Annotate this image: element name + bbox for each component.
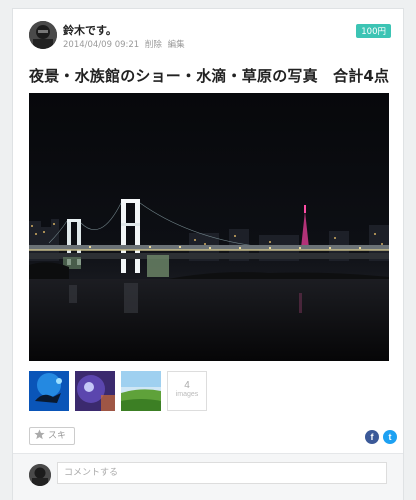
facebook-share-button[interactable]: f [365, 430, 379, 444]
price-badge: 100円 [356, 24, 391, 38]
more-images-label: images [175, 391, 199, 398]
more-images-count: 4 [184, 380, 190, 391]
post-title: 夜景・水族館のショー・水滴・草原の写真 合計4点 [29, 67, 390, 85]
more-images-button[interactable]: 4 images [167, 371, 207, 411]
facebook-icon: f [370, 432, 374, 442]
delete-link[interactable]: 削除 [145, 40, 162, 50]
thumbnail-waterdrop[interactable] [75, 371, 115, 411]
twitter-share-button[interactable]: t [383, 430, 397, 444]
edit-link[interactable]: 編集 [168, 40, 185, 50]
commenter-avatar [29, 464, 51, 486]
post-card: 鈴木です。 2014/04/09 09:21 削除 編集 100円 夜景・水族館… [12, 8, 404, 500]
post-meta: 2014/04/09 09:21 削除 編集 [63, 38, 188, 50]
author-avatar[interactable] [29, 21, 57, 49]
comment-input[interactable] [57, 462, 387, 484]
thumbnail-meadow[interactable] [121, 371, 161, 411]
author-name[interactable]: 鈴木です。 [63, 22, 117, 38]
like-button[interactable]: スキ [29, 427, 75, 445]
star-icon [34, 429, 45, 440]
twitter-icon: t [388, 432, 392, 442]
comment-bar [13, 453, 403, 500]
post-date: 2014/04/09 09:21 [63, 40, 140, 50]
post-header: 鈴木です。 2014/04/09 09:21 削除 編集 100円 [29, 21, 391, 55]
thumbnail-aquarium[interactable] [29, 371, 69, 411]
main-photo[interactable] [29, 93, 389, 361]
like-label: スキ [48, 431, 67, 441]
